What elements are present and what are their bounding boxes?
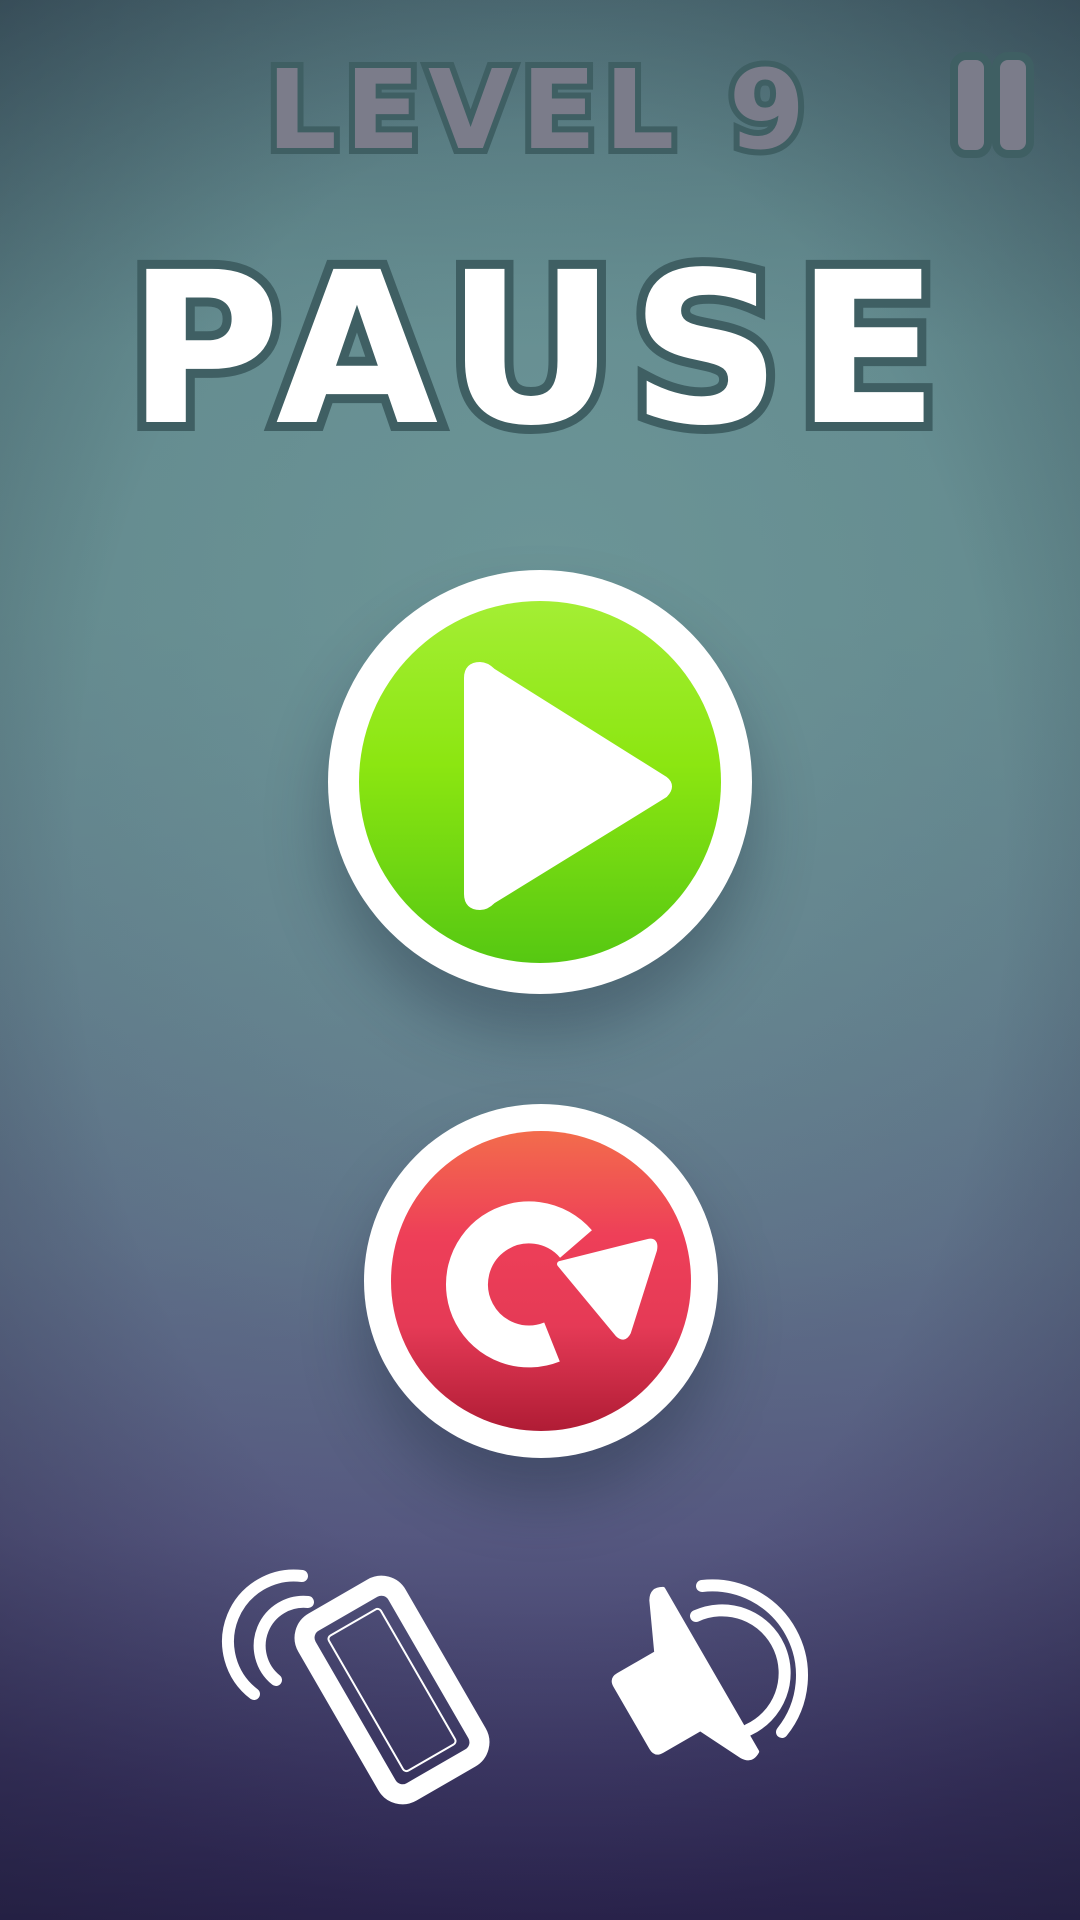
play-icon	[464, 662, 672, 910]
level-title: LEVEL 9	[261, 44, 814, 176]
vibrate-button[interactable]	[220, 1560, 500, 1810]
pause-icon-bar-left	[950, 52, 992, 158]
sound-button[interactable]	[570, 1560, 830, 1800]
pause-icon-bar-right	[992, 52, 1034, 158]
play-button[interactable]	[328, 570, 752, 994]
restart-icon	[446, 1201, 658, 1368]
pause-button[interactable]	[950, 48, 1034, 158]
sound-icon	[611, 1579, 808, 1761]
vibrate-icon	[222, 1569, 490, 1805]
pause-title: PAUSE	[118, 227, 953, 472]
restart-button[interactable]	[364, 1104, 718, 1458]
